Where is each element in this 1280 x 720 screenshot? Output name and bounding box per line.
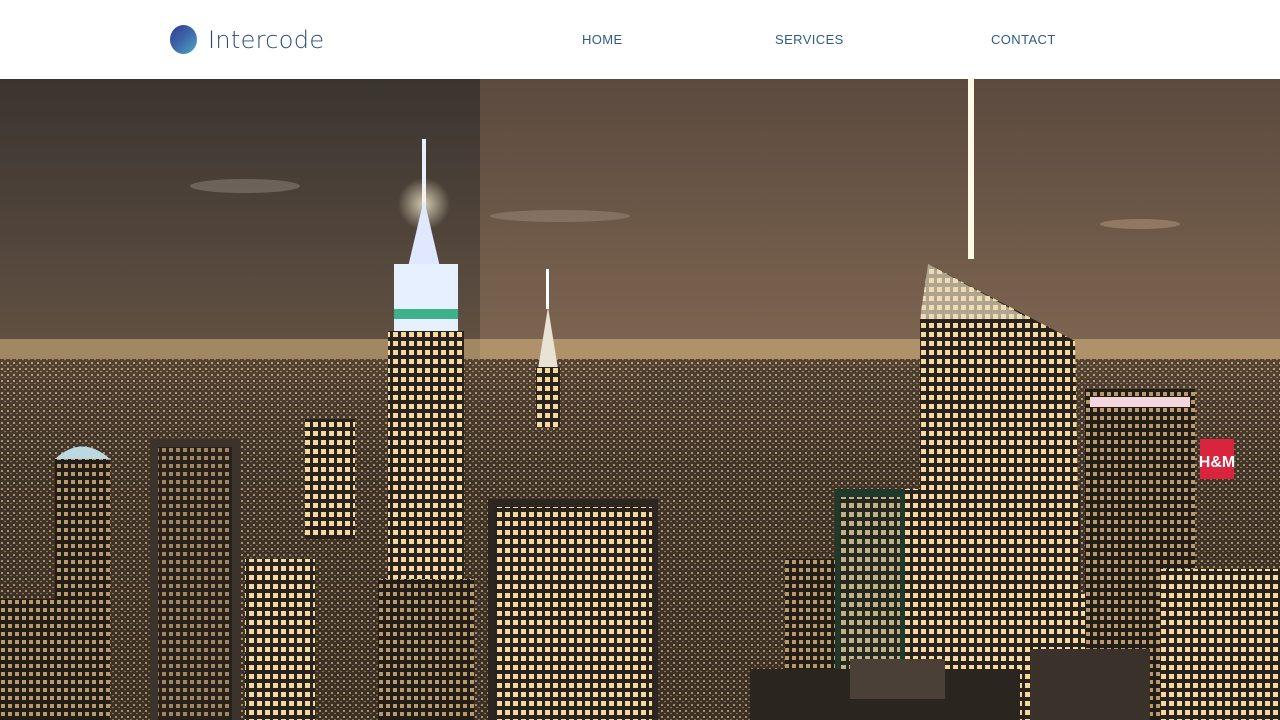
nav-home-link[interactable]: HOME <box>582 32 623 47</box>
brand-logo-link[interactable]: Intercode <box>170 25 324 54</box>
hm-sign-text: H&M <box>1199 454 1235 471</box>
city-skyline-illustration: H&M <box>0 79 1280 720</box>
site-header: Intercode HOME SERVICES CONTACT <box>0 0 1280 79</box>
nav-services-link[interactable]: SERVICES <box>775 32 844 47</box>
hero-image: H&M <box>0 79 1280 720</box>
logo-icon <box>170 25 197 54</box>
nav-contact-link[interactable]: CONTACT <box>991 32 1056 47</box>
brand-name: Intercode <box>208 25 325 54</box>
